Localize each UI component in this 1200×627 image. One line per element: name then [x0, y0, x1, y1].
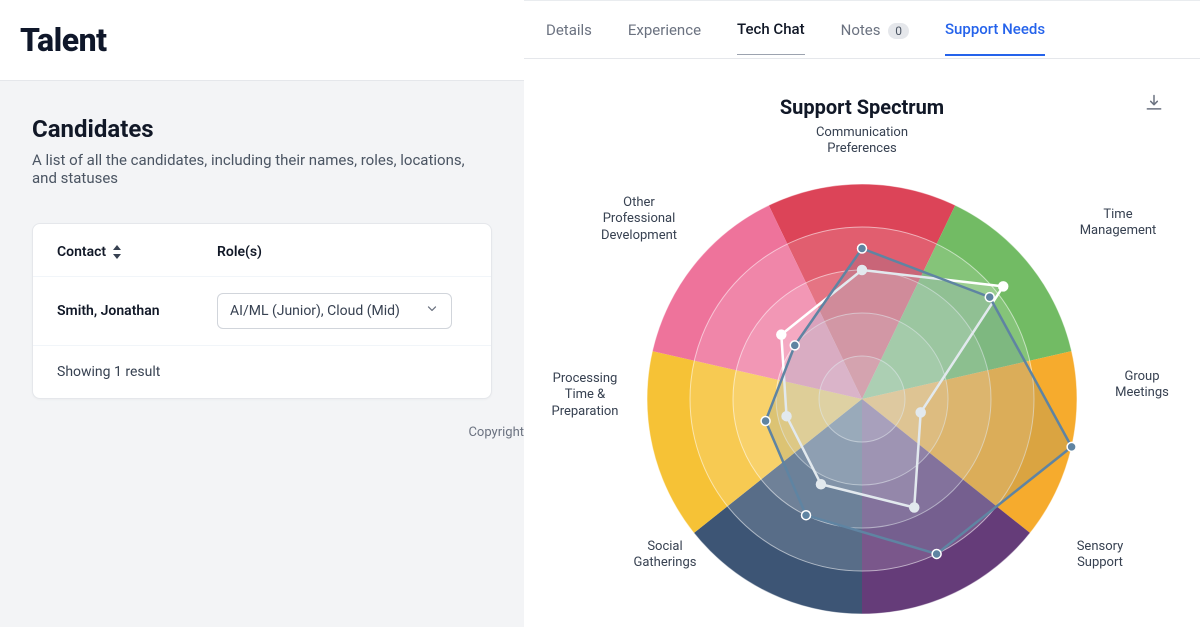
column-header-roles: Role(s)	[217, 244, 262, 260]
sort-icon[interactable]	[112, 245, 122, 259]
chevron-down-icon	[425, 302, 439, 320]
left-body: Candidates A list of all the candidates,…	[0, 81, 524, 627]
tab-notes[interactable]: Notes 0	[841, 21, 909, 55]
candidate-name: Smith, Jonathan	[57, 303, 217, 319]
tab-experience[interactable]: Experience	[628, 21, 701, 55]
table-footer: Showing 1 result	[33, 345, 491, 398]
tab-tech-chat[interactable]: Tech Chat	[737, 20, 805, 55]
app-logo: Talent	[20, 21, 107, 59]
axis-label-sensory: Sensory Support	[1060, 539, 1140, 572]
axis-label-communication: Communication Preferences	[797, 125, 927, 158]
chart-area: Support Spectrum Communication Preferenc…	[524, 59, 1200, 627]
tabs-bar: Details Experience Tech Chat Notes 0 Sup…	[524, 1, 1200, 59]
axis-label-social: Social Gatherings	[620, 539, 710, 572]
notes-count-badge: 0	[888, 23, 909, 39]
axis-label-other: Other Professional Development	[584, 195, 694, 244]
tab-notes-label: Notes	[841, 21, 881, 39]
axis-label-time: Time Management	[1068, 207, 1168, 240]
table-header: Contact Role(s)	[33, 224, 491, 276]
tab-support-needs[interactable]: Support Needs	[945, 20, 1045, 56]
candidates-table-card: Contact Role(s) Smith, Jonathan AI/ML (J…	[32, 223, 492, 399]
roles-select-value: AI/ML (Junior), Cloud (Mid)	[230, 303, 400, 319]
download-icon[interactable]	[1144, 93, 1164, 113]
candidates-title: Candidates	[0, 115, 524, 143]
candidates-subtitle: A list of all the candidates, including …	[0, 143, 524, 187]
logo-bar: Talent	[0, 0, 524, 81]
chart-title: Support Spectrum	[524, 95, 1200, 119]
column-header-contact-label: Contact	[57, 244, 106, 260]
tab-details[interactable]: Details	[546, 21, 592, 55]
left-pane: Talent Candidates A list of all the cand…	[0, 0, 524, 627]
right-pane: Details Experience Tech Chat Notes 0 Sup…	[524, 0, 1200, 627]
copyright-text: Copyright	[0, 399, 524, 440]
axis-label-processing: Processing Time & Preparation	[540, 371, 630, 420]
axis-label-group: Group Meetings	[1102, 369, 1182, 402]
column-header-contact[interactable]: Contact	[57, 244, 217, 260]
app-root: Talent Candidates A list of all the cand…	[0, 0, 1200, 627]
roles-select[interactable]: AI/ML (Junior), Cloud (Mid)	[217, 293, 452, 329]
table-row[interactable]: Smith, Jonathan AI/ML (Junior), Cloud (M…	[33, 276, 491, 345]
